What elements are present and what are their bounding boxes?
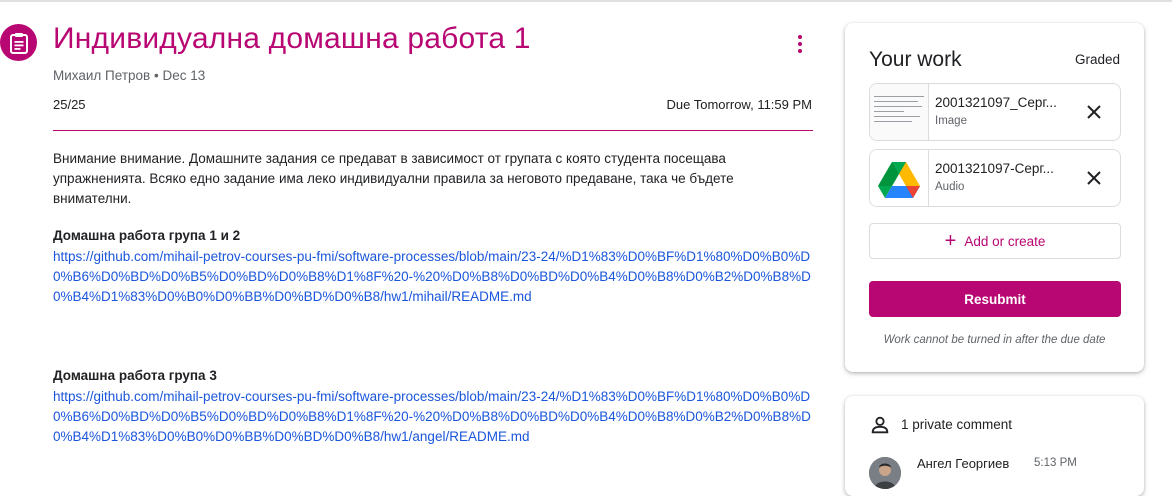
author-name: Михаил Петров <box>53 68 151 83</box>
attachment-name: 2001321097_Серг... <box>935 95 1057 110</box>
add-label: Add or create <box>964 233 1046 249</box>
more-dot-icon <box>798 42 802 46</box>
attachment-item[interactable]: 2001321097_Серг... Image <box>869 83 1121 141</box>
avatar <box>869 457 901 489</box>
image-thumbnail-icon <box>870 84 929 140</box>
private-comments-card: 1 private comment Ангел Георгиев 5:13 PM <box>845 396 1144 496</box>
person-icon <box>871 416 889 434</box>
attachment-name: 2001321097-Серг... <box>935 161 1054 176</box>
header-divider <box>53 130 813 131</box>
section-title: Домашна работа група 3 <box>53 368 217 383</box>
section-link[interactable]: https://github.com/mihail-petrov-courses… <box>53 247 813 307</box>
top-border <box>0 0 1172 2</box>
private-comment-count[interactable]: 1 private comment <box>901 417 1012 432</box>
assignment-icon <box>0 24 37 61</box>
commenter-name: Ангел Георгиев <box>917 456 1010 471</box>
add-or-create-button[interactable]: + Add or create <box>869 223 1121 259</box>
assignment-meta: Михаил Петров • Dec 13 <box>53 68 205 83</box>
attachment-item[interactable]: 2001321097-Серг... Audio <box>869 149 1121 207</box>
section-link[interactable]: https://github.com/mihail-petrov-courses… <box>53 387 813 447</box>
more-dot-icon <box>798 49 802 53</box>
google-drive-icon <box>870 150 929 206</box>
close-icon <box>1087 105 1101 119</box>
your-work-title: Your work <box>869 48 962 71</box>
section-title: Домашна работа група 1 и 2 <box>53 228 241 243</box>
resubmit-button[interactable]: Resubmit <box>869 281 1121 317</box>
attachment-type: Audio <box>935 181 965 193</box>
plus-icon: + <box>944 230 957 252</box>
attachment-type: Image <box>935 115 967 127</box>
assignment-title: Индивидуална домашна работа 1 <box>53 22 531 55</box>
remove-attachment-button[interactable] <box>1082 166 1106 190</box>
due-date: Due Tomorrow, 11:59 PM <box>666 97 812 112</box>
more-options-button[interactable] <box>788 30 812 58</box>
comment-time: 5:13 PM <box>1034 457 1077 469</box>
your-work-card: Your work Graded 2001321097_Серг... Imag… <box>845 23 1144 372</box>
grade-status: Graded <box>1074 52 1120 67</box>
more-dot-icon <box>798 35 802 39</box>
post-date: Dec 13 <box>162 68 206 83</box>
remove-attachment-button[interactable] <box>1082 100 1106 124</box>
instructions-text: Внимание внимание. Домашните задания се … <box>53 151 734 206</box>
submission-note: Work cannot be turned in after the due d… <box>883 334 1106 346</box>
close-icon <box>1087 171 1101 185</box>
instructions: Внимание внимание. Домашните задания се … <box>53 149 813 209</box>
points: 25/25 <box>53 97 86 112</box>
